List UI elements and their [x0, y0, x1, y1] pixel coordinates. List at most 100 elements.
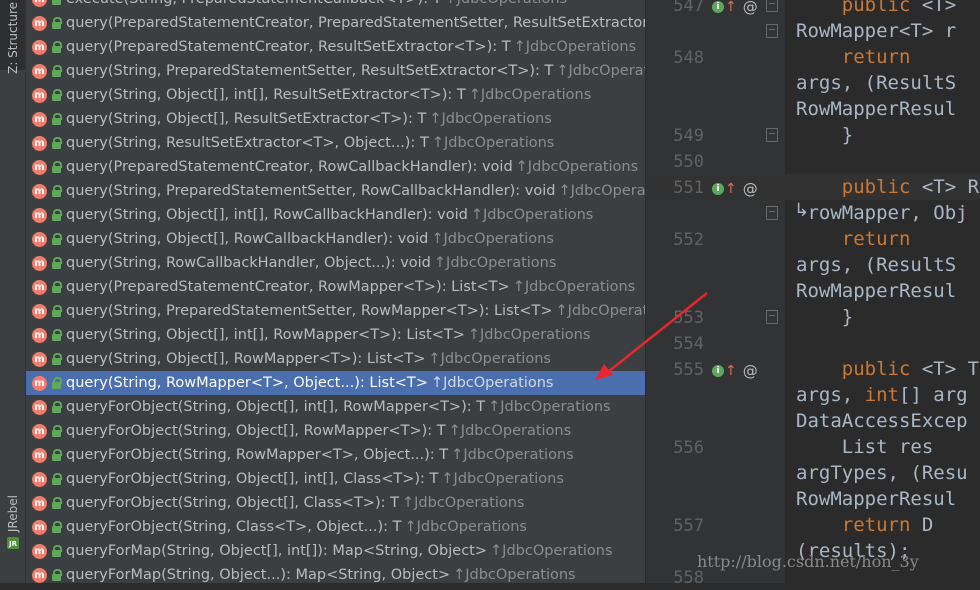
structure-item[interactable]: m queryForObject(String, Object[], int[],…: [26, 395, 645, 419]
override-arrow-icon[interactable]: ↑: [725, 182, 737, 196]
code-text: List res: [796, 436, 934, 458]
code-token: public: [841, 176, 911, 198]
code-text: public <T>: [796, 0, 968, 16]
fold-marker-icon[interactable]: [766, 0, 778, 12]
code-line: 555 i ↑ @ public <T> T: [646, 356, 980, 382]
method-signature: query(String, Object[], RowMapper<T>): L…: [66, 351, 426, 367]
annotation-icon[interactable]: @: [743, 362, 758, 380]
gutter-markers[interactable]: i ↑ @: [712, 0, 758, 16]
code-token: argTypes, (Resu: [796, 462, 968, 484]
code-line: 557 return D: [646, 512, 980, 538]
code-token: <T> R: [910, 176, 980, 198]
lock-icon: [52, 184, 62, 198]
method-icon: m: [32, 87, 47, 103]
inherited-from: ↑JdbcOperations: [470, 207, 594, 223]
structure-item[interactable]: m query(String, PreparedStatementSetter, …: [26, 179, 645, 203]
structure-item[interactable]: m query(String, Object[], RowCallbackHand…: [26, 227, 645, 251]
override-arrow-icon[interactable]: ↑: [725, 364, 737, 378]
method-signature: query(String, RowMapper<T>, Object...): …: [66, 375, 428, 391]
code-line: 552 return: [646, 226, 980, 252]
structure-item[interactable]: m query(PreparedStatementCreator, RowMapp…: [26, 275, 645, 299]
method-icon: m: [32, 423, 47, 439]
inherited-from: ↑JdbcOperations: [490, 543, 613, 559]
implements-method-icon[interactable]: i: [712, 183, 724, 195]
lock-icon: [52, 0, 61, 6]
structure-item[interactable]: m queryForObject(String, Object[], int[],…: [26, 467, 645, 491]
line-number: 552: [673, 230, 704, 250]
structure-item[interactable]: m queryForMap(String, Object[], int[]): M…: [26, 539, 645, 563]
tool-window-strip: Z: Structure JRebel JR: [0, 0, 26, 583]
annotation-icon[interactable]: @: [743, 0, 758, 16]
code-text: RowMapperResul: [796, 98, 956, 120]
code-text: return: [796, 228, 911, 250]
lock-icon: [52, 88, 62, 102]
lock-icon: [52, 496, 62, 510]
line-number: 549: [673, 126, 704, 146]
code-line: DataAccessExcep: [646, 408, 980, 434]
structure-item[interactable]: m query(String, Object[], ResultSetExtrac…: [26, 107, 645, 131]
implements-method-icon[interactable]: i: [712, 1, 724, 13]
line-number: 556: [673, 438, 704, 458]
code-text: DataAccessExcep: [796, 410, 968, 432]
structure-item[interactable]: m queryForMap(String, Object...): Map<Str…: [26, 563, 645, 583]
lock-icon: [52, 328, 62, 342]
method-signature: queryForMap(String, Object[], int[]): Ma…: [66, 543, 488, 559]
method-icon: m: [32, 303, 47, 319]
fold-marker-icon[interactable]: [766, 128, 778, 142]
code-token: rowMapper, Obj: [796, 202, 968, 224]
structure-item[interactable]: m execute(String, PreparedStatementCallba…: [26, 0, 645, 11]
structure-item[interactable]: m query(String, PreparedStatementSetter, …: [26, 299, 645, 323]
method-signature: query(PreparedStatementCreator, RowMappe…: [66, 279, 510, 295]
structure-item[interactable]: m query(PreparedStatementCreator, RowCall…: [26, 155, 645, 179]
lock-icon: [52, 472, 62, 486]
inherited-from: ↑JdbcOperations: [430, 375, 554, 391]
inherited-from: ↑JdbcOperations: [431, 135, 555, 151]
method-icon: m: [32, 0, 47, 7]
method-signature: query(String, Object[], ResultSetExtract…: [66, 111, 427, 127]
jrebel-tool-tab[interactable]: JRebel JR: [0, 495, 25, 580]
code-token: RowMapper<T> r: [796, 20, 957, 42]
override-arrow-icon[interactable]: ↑: [725, 0, 737, 14]
code-line: 553 }: [646, 304, 980, 330]
code-token: [] arg: [898, 384, 968, 406]
gutter-markers[interactable]: i ↑ @: [712, 362, 758, 380]
lock-icon: [52, 424, 62, 438]
fold-marker-icon[interactable]: [766, 206, 778, 220]
fold-marker-icon[interactable]: [766, 310, 778, 324]
method-signature: queryForObject(String, Object[], Class<T…: [66, 495, 399, 511]
code-line: RowMapper<T> r: [646, 18, 980, 44]
structure-item[interactable]: m query(String, Object[], int[], RowMappe…: [26, 323, 645, 347]
structure-item[interactable]: m query(String, PreparedStatementSetter, …: [26, 59, 645, 83]
implements-method-icon[interactable]: i: [712, 365, 724, 377]
structure-item[interactable]: m query(String, RowCallbackHandler, Objec…: [26, 251, 645, 275]
method-icon: m: [32, 255, 47, 271]
method-icon: m: [32, 231, 47, 247]
structure-item[interactable]: m queryForObject(String, RowMapper<T>, Ob…: [26, 443, 645, 467]
editor-lines: 547 i ↑ @ public <T> RowMapper<T> r 548 retu…: [646, 0, 980, 590]
structure-item[interactable]: m queryForObject(String, Class<T>, Object…: [26, 515, 645, 539]
structure-item[interactable]: m query(String, RowMapper<T>, Object...):…: [26, 371, 645, 395]
lock-icon: [52, 304, 62, 318]
code-token: <T> T: [910, 358, 980, 380]
lock-icon: [52, 544, 62, 558]
annotation-icon[interactable]: @: [743, 180, 758, 198]
structure-item[interactable]: m queryForObject(String, Object[], RowMap…: [26, 419, 645, 443]
structure-item[interactable]: m query(String, Object[], int[], ResultSe…: [26, 83, 645, 107]
method-signature: execute(String, PreparedStatementCallbac…: [66, 0, 442, 7]
structure-item[interactable]: m query(String, Object[], int[], RowCallb…: [26, 203, 645, 227]
structure-item[interactable]: m query(String, Object[], RowMapper<T>): …: [26, 347, 645, 371]
structure-panel: m execute(String, PreparedStatementCallba…: [26, 0, 645, 583]
method-icon: m: [32, 15, 47, 31]
structure-item[interactable]: m queryForObject(String, Object[], Class<…: [26, 491, 645, 515]
structure-item[interactable]: m query(PreparedStatementCreator, Prepare…: [26, 11, 645, 35]
structure-tool-tab[interactable]: Z: Structure: [0, 0, 25, 74]
method-signature: queryForObject(String, RowMapper<T>, Obj…: [66, 447, 449, 463]
gutter-markers[interactable]: i ↑ @: [712, 180, 758, 198]
structure-item[interactable]: m query(PreparedStatementCreator, ResultS…: [26, 35, 645, 59]
fold-marker-icon[interactable]: [766, 24, 778, 38]
structure-item[interactable]: m query(String, ResultSetExtractor<T>, Ob…: [26, 131, 645, 155]
code-text: args, int[] arg: [796, 384, 968, 406]
